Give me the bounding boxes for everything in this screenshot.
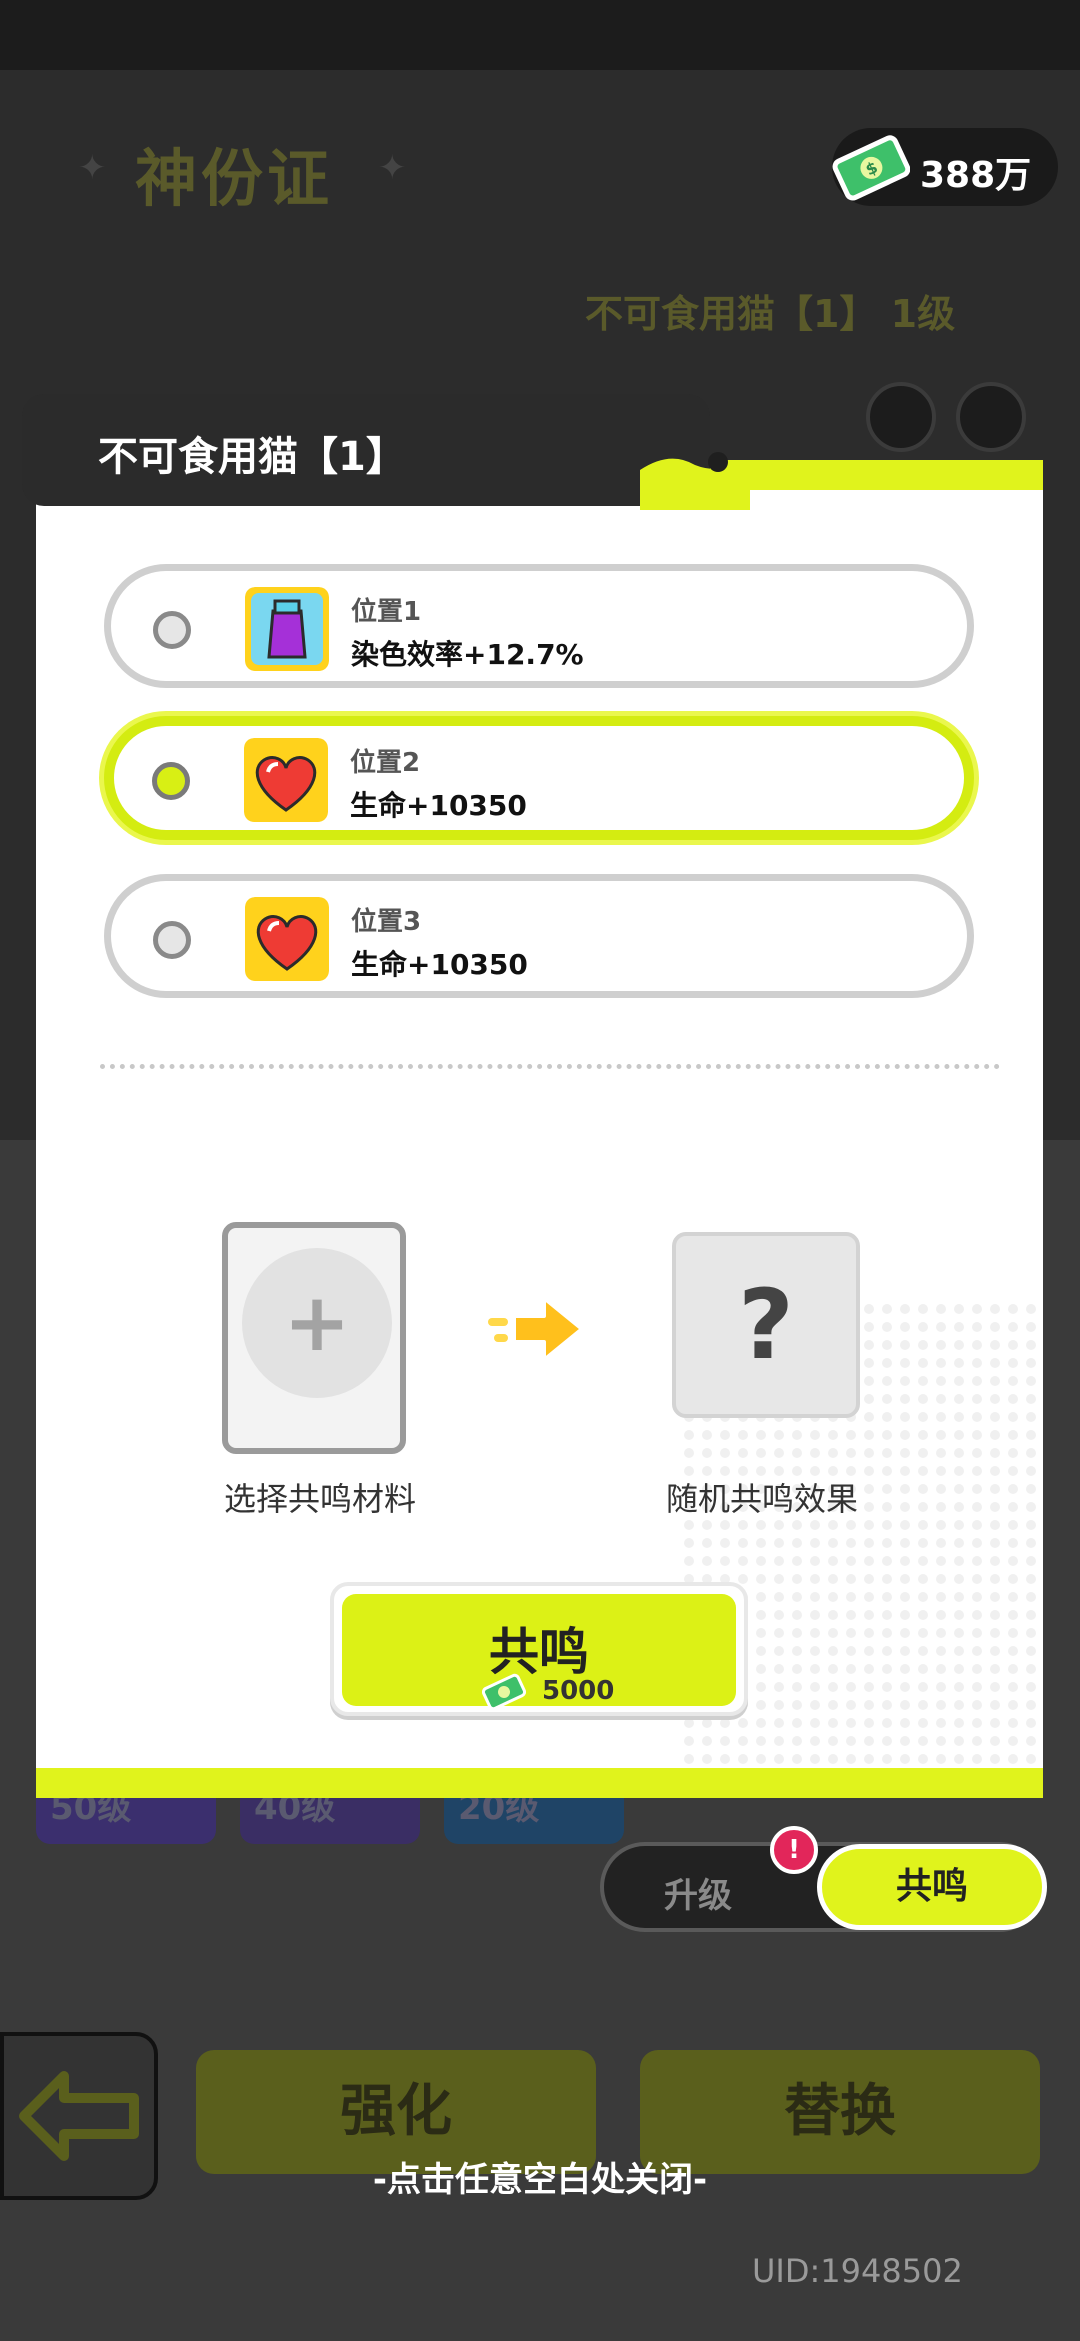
- radio-button-selected[interactable]: [152, 762, 190, 800]
- top-strip: [0, 0, 1080, 70]
- cat-name-level: 不可食用猫【1】 1级: [585, 292, 956, 336]
- position-option-2[interactable]: 位置2 生命+10350: [104, 716, 974, 840]
- divider: [100, 1064, 1000, 1069]
- option-effect-value: 生命+10350: [351, 948, 528, 981]
- heart-icon: [245, 897, 329, 981]
- tab-resonate[interactable]: 共鸣: [817, 1844, 1047, 1930]
- currency-amount: 388万: [920, 155, 1032, 196]
- dialog-bottom-border: [36, 1768, 1043, 1798]
- resonate-button[interactable]: 共鸣 5000: [330, 1582, 748, 1716]
- position-option-1[interactable]: 位置1 染色效率+12.7%: [104, 564, 974, 688]
- resonate-button-face[interactable]: 共鸣 5000: [342, 1594, 736, 1711]
- slime-drip-icon: [640, 452, 750, 510]
- currency-display[interactable]: $ 388万: [832, 128, 1058, 206]
- option-effect-value: 染色效率+12.7%: [351, 638, 584, 671]
- sparkle-icon: ✦: [78, 148, 107, 188]
- trash-icon[interactable]: [866, 382, 936, 452]
- plus-icon: +: [242, 1248, 392, 1398]
- option-position-label: 位置1: [351, 597, 422, 627]
- resonate-cost: 5000: [542, 1676, 615, 1706]
- notification-badge: !: [770, 1826, 818, 1874]
- material-label: 选择共鸣材料: [223, 1480, 416, 1518]
- sparkle-icon: ✦: [378, 148, 407, 188]
- cash-icon: $: [832, 135, 910, 201]
- resonate-button-label: 共鸣: [489, 1623, 589, 1681]
- dismiss-hint: -点击任意空白处关闭-: [372, 2160, 708, 2200]
- radio-button[interactable]: [153, 611, 191, 649]
- lock-icon[interactable]: [956, 382, 1026, 452]
- material-slot[interactable]: +: [222, 1222, 406, 1454]
- option-position-label: 位置2: [350, 748, 421, 778]
- radio-button[interactable]: [153, 921, 191, 959]
- user-id: UID:1948502: [752, 2252, 963, 2290]
- question-mark-icon: ?: [738, 1269, 794, 1381]
- option-position-label: 位置3: [351, 907, 422, 937]
- position-option-3[interactable]: 位置3 生命+10350: [104, 874, 974, 998]
- arrow-right-icon: [488, 1296, 584, 1362]
- dialog-title: 不可食用猫【1】: [98, 434, 406, 480]
- random-result-slot: ?: [672, 1232, 860, 1418]
- dye-potion-icon: [245, 587, 329, 671]
- option-effect-value: 生命+10350: [350, 789, 527, 822]
- cash-icon: [482, 1673, 526, 1711]
- result-label: 随机共鸣效果: [665, 1480, 858, 1518]
- heart-icon: [244, 738, 328, 822]
- mode-toggle[interactable]: 升级 共鸣: [600, 1842, 1047, 1932]
- tab-upgrade[interactable]: 升级: [664, 1868, 732, 1917]
- page-title: 神份证: [135, 142, 334, 215]
